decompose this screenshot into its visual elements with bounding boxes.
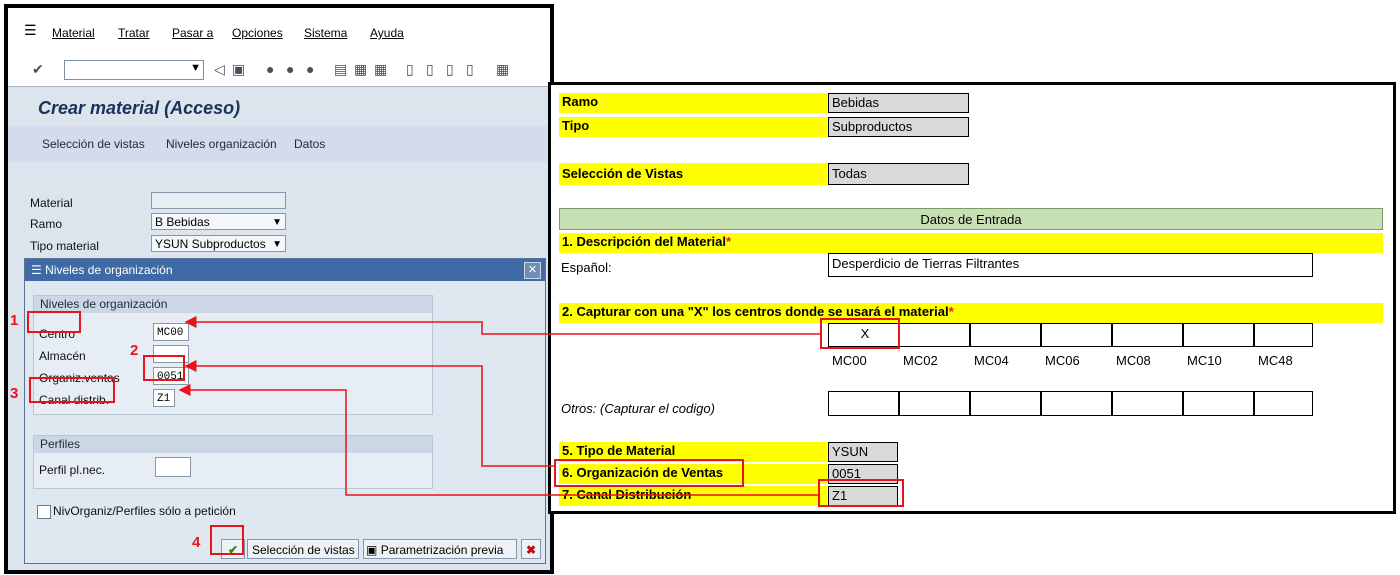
- arrow-centro: [184, 316, 820, 335]
- arrow-organiz-ventas: [184, 360, 554, 467]
- arrow-canal-distrib: [178, 384, 818, 496]
- connector-arrows: [178, 316, 820, 496]
